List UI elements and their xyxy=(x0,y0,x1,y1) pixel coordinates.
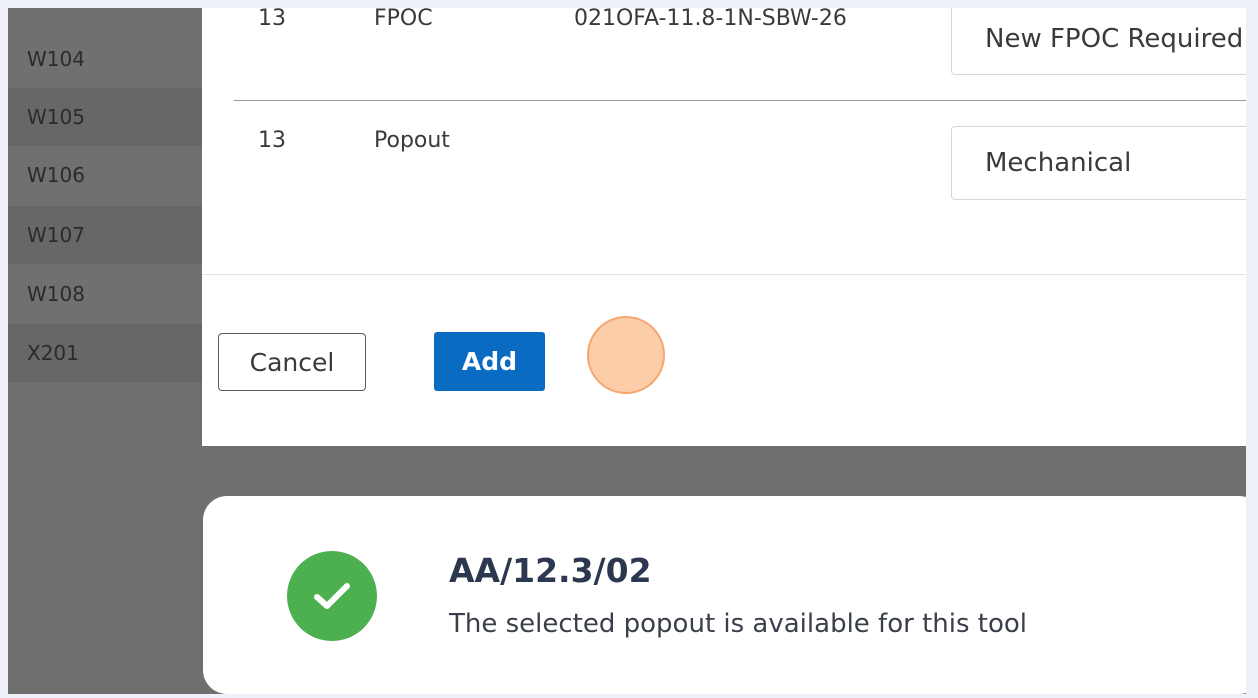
row-quantity: 13 xyxy=(258,128,286,153)
sidebar-item-label: W106 xyxy=(27,163,85,187)
sidebar-item-w107[interactable]: W107 xyxy=(8,206,202,264)
sidebar-item-label: X201 xyxy=(27,341,79,365)
sidebar-item-label: W105 xyxy=(27,105,85,129)
toast-title: AA/12.3/02 xyxy=(449,551,652,590)
sidebar-item-w108[interactable]: W108 xyxy=(8,265,202,323)
sidebar-item-w104[interactable]: W104 xyxy=(8,30,202,88)
sidebar-item-label: W107 xyxy=(27,223,85,247)
app-frame: W104 W105 W106 W107 W108 X201 13 FPOC 02… xyxy=(8,8,1246,694)
sidebar-list: W104 W105 W106 W107 W108 X201 xyxy=(8,8,202,384)
cancel-button[interactable]: Cancel xyxy=(218,333,366,391)
sidebar-item-w105[interactable]: W105 xyxy=(8,88,202,146)
success-toast: AA/12.3/02 The selected popout is availa… xyxy=(203,496,1246,694)
footer-divider xyxy=(202,274,1246,275)
sidebar-item-label: W104 xyxy=(27,47,85,71)
check-circle-icon xyxy=(287,551,377,641)
category-select-value: Mechanical xyxy=(985,148,1132,178)
row-type: Popout xyxy=(374,128,450,153)
click-indicator xyxy=(587,316,665,394)
reason-select[interactable]: New FPOC Required xyxy=(951,8,1246,75)
row-type: FPOC xyxy=(374,8,433,31)
sidebar-item-label: W108 xyxy=(27,282,85,306)
reason-select-value: New FPOC Required xyxy=(985,24,1244,54)
sidebar-item-x201[interactable]: X201 xyxy=(8,324,202,382)
category-select[interactable]: Mechanical xyxy=(951,126,1246,200)
add-popout-dialog: 13 FPOC 021OFA-11.8-1N-SBW-26 New FPOC R… xyxy=(202,8,1246,446)
add-button[interactable]: Add xyxy=(434,332,545,391)
toast-message: The selected popout is available for thi… xyxy=(449,609,1028,639)
row-code: 021OFA-11.8-1N-SBW-26 xyxy=(574,8,847,31)
row-quantity: 13 xyxy=(258,8,286,31)
sidebar-item-w106[interactable]: W106 xyxy=(8,146,202,204)
